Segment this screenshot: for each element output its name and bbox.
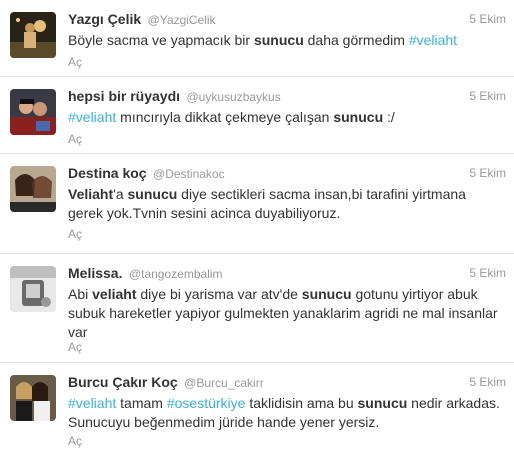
tweet-item[interactable]: Melissa. @tangozembalim 5 Ekim Abi velia… [0, 254, 514, 363]
hashtag-link[interactable]: #veliaht [409, 32, 457, 48]
tweet-item[interactable]: Yazgı Çelik @YazgiCelik 5 Ekim Böyle sac… [0, 0, 514, 77]
tweet-header: Destina koç @Destinakoc 5 Ekim [68, 165, 506, 183]
highlighted-keyword: sunucu [127, 186, 178, 202]
hashtag-link[interactable]: #osestürkiye [167, 395, 246, 411]
tweet-header: hepsi bir rüyaydı @uykusuzbaykus 5 Ekim [68, 88, 506, 106]
tweet-text-segment: daha görmedim [303, 32, 409, 48]
tweet-item[interactable]: Burcu Çakır Koç @Burcu_cakirr 5 Ekim #ve… [0, 363, 514, 449]
user-fullname[interactable]: Melissa. [68, 265, 122, 281]
tweet-timestamp[interactable]: 5 Ekim [469, 266, 506, 280]
tweet-text-segment: Abi [68, 286, 93, 302]
tweet-header: Burcu Çakır Koç @Burcu_cakirr 5 Ekim [68, 374, 506, 392]
expand-link[interactable]: Aç [68, 340, 82, 354]
expand-link[interactable]: Aç [68, 55, 82, 69]
tweet-item[interactable]: Destina koç @Destinakoc 5 Ekim Veliaht'a… [0, 154, 514, 254]
avatar[interactable] [10, 12, 56, 58]
highlighted-keyword: sunucu [357, 395, 408, 411]
tweet-text: Böyle sacma ve yapmacık bir sunucu daha … [68, 31, 500, 50]
tweet-text: Veliaht'a sunucu diye sectikleri sacma i… [68, 185, 500, 223]
expand-link[interactable]: Aç [68, 132, 82, 146]
expand-link[interactable]: Aç [68, 227, 82, 241]
tweet-text-segment: :/ [383, 109, 395, 125]
user-fullname[interactable]: Yazgı Çelik [68, 11, 141, 27]
tweet-text: Abi veliaht diye bi yarisma var atv'de s… [68, 285, 500, 342]
tweet-header: Melissa. @tangozembalim 5 Ekim [68, 265, 506, 283]
tweet-text-segment: Böyle sacma ve yapmacık bir [68, 32, 254, 48]
tweet-text-segment: tamam [116, 395, 167, 411]
user-handle[interactable]: @Destinakoc [153, 167, 225, 181]
highlighted-keyword: veliaht [92, 286, 137, 302]
user-fullname[interactable]: hepsi bir rüyaydı [68, 88, 180, 104]
user-fullname[interactable]: Burcu Çakır Koç [68, 374, 178, 390]
user-handle[interactable]: @uykusuzbaykus [187, 90, 281, 104]
avatar[interactable] [10, 89, 56, 135]
tweet-timestamp[interactable]: 5 Ekim [469, 89, 506, 103]
highlighted-keyword: sunucu [333, 109, 384, 125]
user-fullname[interactable]: Destina koç [68, 165, 147, 181]
highlighted-keyword: sunucu [301, 286, 352, 302]
tweet-item[interactable]: hepsi bir rüyaydı @uykusuzbaykus 5 Ekim … [0, 77, 514, 154]
avatar[interactable] [10, 375, 56, 421]
highlighted-keyword: sunucu [253, 32, 304, 48]
expand-link[interactable]: Aç [68, 434, 82, 448]
tweet-text: #veliaht mıncırıyla dikkat çekmeye çalış… [68, 108, 500, 127]
tweet-text-segment: mıncırıyla dikkat çekmeye çalışan [116, 109, 334, 125]
hashtag-link[interactable]: #veliaht [68, 109, 116, 125]
avatar[interactable] [10, 266, 56, 312]
user-handle[interactable]: @YazgiCelik [148, 13, 216, 27]
highlighted-keyword: Veliaht [68, 186, 114, 202]
tweet-header: Yazgı Çelik @YazgiCelik 5 Ekim [68, 11, 506, 29]
tweet-text-segment: taklidisin ama bu [245, 395, 358, 411]
user-handle[interactable]: @tangozembalim [129, 267, 223, 281]
tweet-text: #veliaht tamam #osestürkiye taklidisin a… [68, 394, 500, 432]
tweet-timestamp[interactable]: 5 Ekim [469, 375, 506, 389]
hashtag-link[interactable]: #veliaht [68, 395, 116, 411]
tweet-text-segment: diye bi yarisma var atv'de [136, 286, 302, 302]
tweet-text-segment: 'a [113, 186, 128, 202]
tweet-feed: Yazgı Çelik @YazgiCelik 5 Ekim Böyle sac… [0, 0, 514, 449]
avatar[interactable] [10, 166, 56, 212]
user-handle[interactable]: @Burcu_cakirr [184, 376, 264, 390]
tweet-timestamp[interactable]: 5 Ekim [469, 12, 506, 26]
tweet-timestamp[interactable]: 5 Ekim [469, 166, 506, 180]
